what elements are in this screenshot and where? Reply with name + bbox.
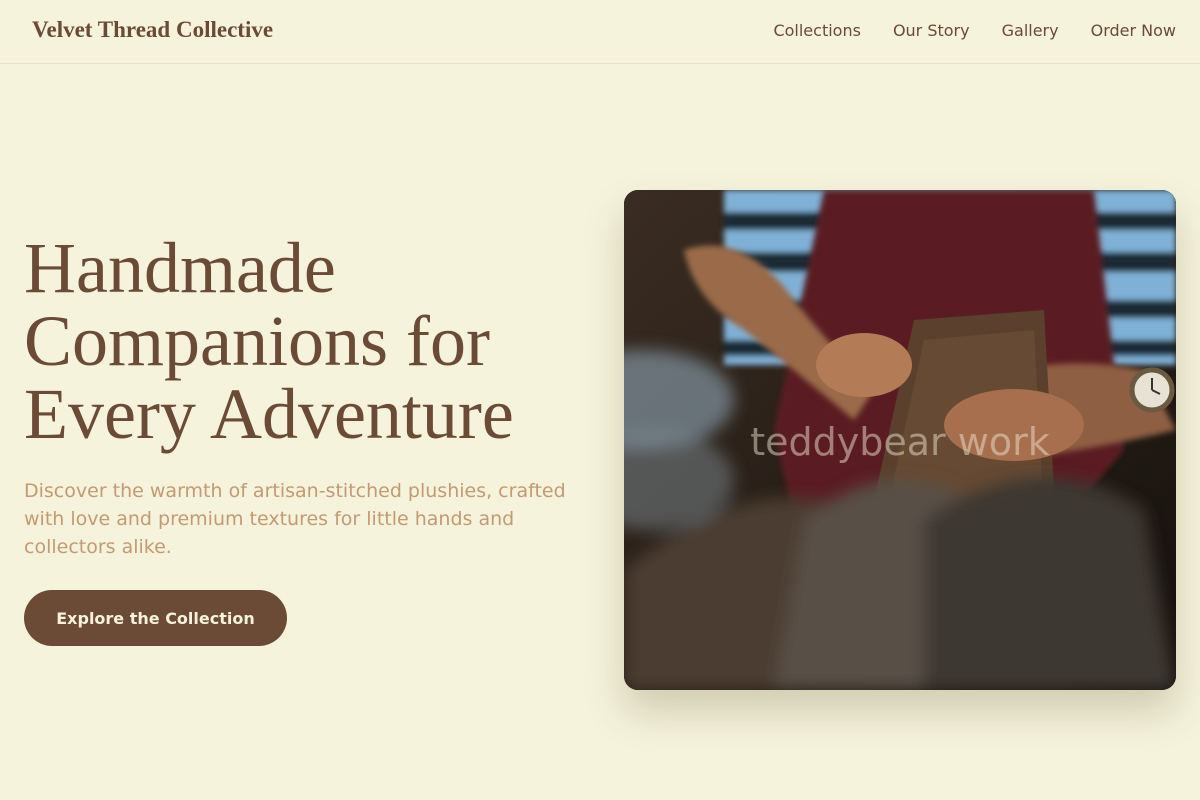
nav-link-order-now[interactable]: Order Now xyxy=(1091,21,1176,40)
explore-collection-button[interactable]: Explore the Collection xyxy=(24,590,287,646)
hero-title-line-1: Handmade xyxy=(24,228,336,308)
hero-title-line-3: Every Adventure xyxy=(24,374,514,454)
artisan-photo xyxy=(624,190,1176,690)
nav-link-collections[interactable]: Collections xyxy=(773,21,860,40)
hero-subtitle: Discover the warmth of artisan-stitched … xyxy=(24,480,566,558)
brand-logo[interactable]: Velvet Thread Collective xyxy=(32,17,273,43)
top-navigation: Velvet Thread Collective Collections Our… xyxy=(0,0,1200,64)
hero-image: teddybear work xyxy=(624,190,1176,690)
hero-title-line-2: Companions for xyxy=(24,301,490,381)
nav-link-our-story[interactable]: Our Story xyxy=(893,21,970,40)
nav-link-gallery[interactable]: Gallery xyxy=(1002,21,1059,40)
hero-text: Handmade Companions for Every Adventure … xyxy=(24,232,594,561)
hero-title: Handmade Companions for Every Adventure xyxy=(24,232,594,451)
nav-links: Collections Our Story Gallery Order Now xyxy=(773,21,1176,40)
